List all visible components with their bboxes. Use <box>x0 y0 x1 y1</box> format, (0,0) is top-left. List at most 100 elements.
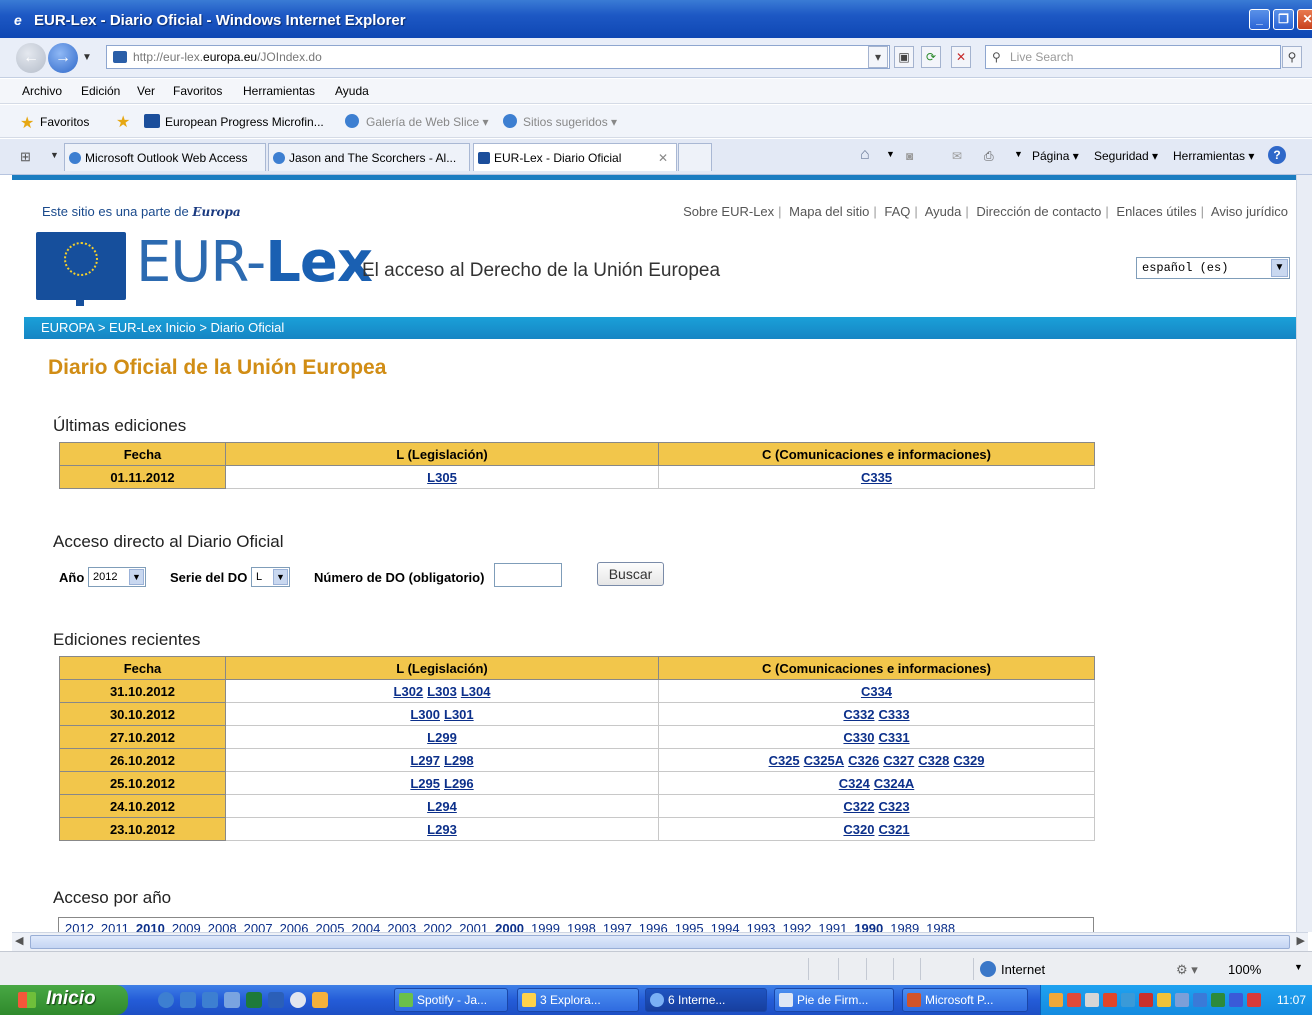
vertical-scrollbar[interactable] <box>1296 175 1312 932</box>
outlook-icon[interactable] <box>290 992 306 1008</box>
task-internet-explorer[interactable]: 6 Interne... <box>645 988 767 1012</box>
issue-link[interactable]: C327 <box>883 753 914 768</box>
tray-icon[interactable] <box>1139 993 1153 1007</box>
search-go-icon[interactable]: ⚲ <box>1282 46 1302 68</box>
media-icon[interactable] <box>224 992 240 1008</box>
add-favorite-icon[interactable]: ★ <box>116 112 130 132</box>
task-microsoft-p[interactable]: Microsoft P... <box>902 988 1028 1012</box>
tray-icon[interactable] <box>1121 993 1135 1007</box>
feeds-icon[interactable]: ◙ <box>906 149 913 163</box>
tray-icon[interactable] <box>1247 993 1261 1007</box>
issue-link[interactable]: C331 <box>879 730 910 745</box>
scroll-thumb[interactable] <box>30 935 1290 949</box>
issue-link[interactable]: C335 <box>861 470 892 485</box>
year-link[interactable]: 2012 <box>65 921 94 932</box>
year-link[interactable]: 2004 <box>351 921 380 932</box>
task-explorer[interactable]: 3 Explora... <box>517 988 639 1012</box>
favorites-button[interactable]: Favoritos <box>40 115 89 129</box>
back-button[interactable]: ← <box>16 43 46 73</box>
ie-quicklaunch-icon[interactable] <box>158 992 174 1008</box>
tab-jason-scorchers[interactable]: Jason and The Scorchers - Al... <box>268 143 470 171</box>
issue-link[interactable]: L295 <box>410 776 440 791</box>
tab-outlook[interactable]: Microsoft Outlook Web Access <box>64 143 266 171</box>
year-link[interactable]: 2008 <box>208 921 237 932</box>
fav-item-sitios-sugeridos[interactable]: Sitios sugeridos ▾ <box>523 115 617 129</box>
year-link[interactable]: 1995 <box>675 921 704 932</box>
history-dropdown-icon[interactable]: ▼ <box>82 52 92 63</box>
home-icon[interactable]: ⌂ <box>860 146 870 164</box>
year-link[interactable]: 1998 <box>567 921 596 932</box>
issue-link[interactable]: L294 <box>427 799 457 814</box>
menu-herramientas[interactable]: Herramientas <box>243 84 315 98</box>
scroll-right-icon[interactable]: ▶ <box>1297 934 1305 947</box>
search-input[interactable]: ⚲ Live Search <box>985 45 1281 69</box>
home-dropdown-icon[interactable]: ▼ <box>886 149 895 159</box>
forward-button[interactable]: → <box>48 43 78 73</box>
year-link[interactable]: 1999 <box>531 921 560 932</box>
issue-link[interactable]: C323 <box>879 799 910 814</box>
issue-link[interactable]: L304 <box>461 684 491 699</box>
new-tab-button[interactable] <box>678 143 712 171</box>
year-link[interactable]: 1994 <box>711 921 740 932</box>
year-link[interactable]: 2009 <box>172 921 201 932</box>
issue-link[interactable]: C333 <box>879 707 910 722</box>
year-link[interactable]: 1992 <box>782 921 811 932</box>
issue-link[interactable]: C326 <box>848 753 879 768</box>
issue-link[interactable]: L301 <box>444 707 474 722</box>
scroll-left-icon[interactable]: ◀ <box>15 934 23 947</box>
tray-icon[interactable] <box>1067 993 1081 1007</box>
tab-list-icon[interactable]: ▼ <box>50 150 59 160</box>
security-menu[interactable]: Seguridad ▾ <box>1094 149 1158 163</box>
link-aviso-juridico[interactable]: Aviso jurídico <box>1211 204 1288 219</box>
year-link[interactable]: 2007 <box>244 921 273 932</box>
issue-link[interactable]: L302 <box>394 684 424 699</box>
year-link[interactable]: 1991 <box>818 921 847 932</box>
series-select[interactable]: L ▼ <box>251 567 290 587</box>
issue-link[interactable]: L299 <box>427 730 457 745</box>
issue-link[interactable]: C328 <box>918 753 949 768</box>
year-link[interactable]: 2000 <box>495 921 524 932</box>
tray-icon[interactable] <box>1193 993 1207 1007</box>
issue-link[interactable]: C321 <box>879 822 910 837</box>
year-link[interactable]: 1996 <box>639 921 668 932</box>
number-input[interactable] <box>494 563 562 587</box>
year-link[interactable]: 2002 <box>423 921 452 932</box>
stop-icon[interactable]: ✕ <box>951 46 971 68</box>
protected-mode-icon[interactable]: ⚙ ▾ <box>1176 962 1198 978</box>
compatibility-icon[interactable]: ▣ <box>894 46 914 68</box>
issue-link[interactable]: L296 <box>444 776 474 791</box>
menu-archivo[interactable]: Archivo <box>22 84 62 98</box>
fav-item-european-progress[interactable]: European Progress Microfin... <box>165 115 324 129</box>
year-link[interactable]: 2011 <box>101 921 129 932</box>
tray-icon[interactable] <box>1211 993 1225 1007</box>
issue-link[interactable]: C330 <box>843 730 874 745</box>
issue-link[interactable]: C325A <box>804 753 844 768</box>
tray-icon[interactable] <box>1049 993 1063 1007</box>
task-spotify[interactable]: Spotify - Ja... <box>394 988 508 1012</box>
year-link[interactable]: 2010 <box>136 921 165 932</box>
mail-icon[interactable]: ✉ <box>952 149 962 163</box>
zoom-level[interactable]: 100% <box>1228 962 1261 977</box>
help-icon[interactable]: ? <box>1268 146 1286 164</box>
menu-ver[interactable]: Ver <box>137 84 155 98</box>
fav-item-web-slice[interactable]: Galería de Web Slice ▾ <box>366 115 489 129</box>
link-ayuda[interactable]: Ayuda <box>925 204 962 219</box>
excel-icon[interactable] <box>246 992 262 1008</box>
refresh-icon[interactable]: ⟳ <box>921 46 941 68</box>
start-button[interactable]: Inicio <box>0 985 128 1015</box>
issue-link[interactable]: C324 <box>839 776 870 791</box>
breadcrumb-text[interactable]: EUROPA > EUR-Lex Inicio > Diario Oficial <box>41 320 284 335</box>
ie-quicklaunch-icon[interactable] <box>202 992 218 1008</box>
issue-link[interactable]: L293 <box>427 822 457 837</box>
zoom-dropdown-icon[interactable]: ▼ <box>1294 962 1303 972</box>
year-link[interactable]: 1993 <box>747 921 776 932</box>
volume-icon[interactable] <box>1085 993 1099 1007</box>
word-icon[interactable] <box>268 992 284 1008</box>
issue-link[interactable]: L305 <box>427 470 457 485</box>
year-link[interactable]: 1990 <box>854 921 883 932</box>
close-window-button[interactable]: ✕ <box>1297 9 1312 30</box>
issue-link[interactable]: C329 <box>953 753 984 768</box>
link-sobre-eurlex[interactable]: Sobre EUR-Lex <box>683 204 774 219</box>
tray-icon[interactable] <box>1229 993 1243 1007</box>
link-mapa-sitio[interactable]: Mapa del sitio <box>789 204 869 219</box>
